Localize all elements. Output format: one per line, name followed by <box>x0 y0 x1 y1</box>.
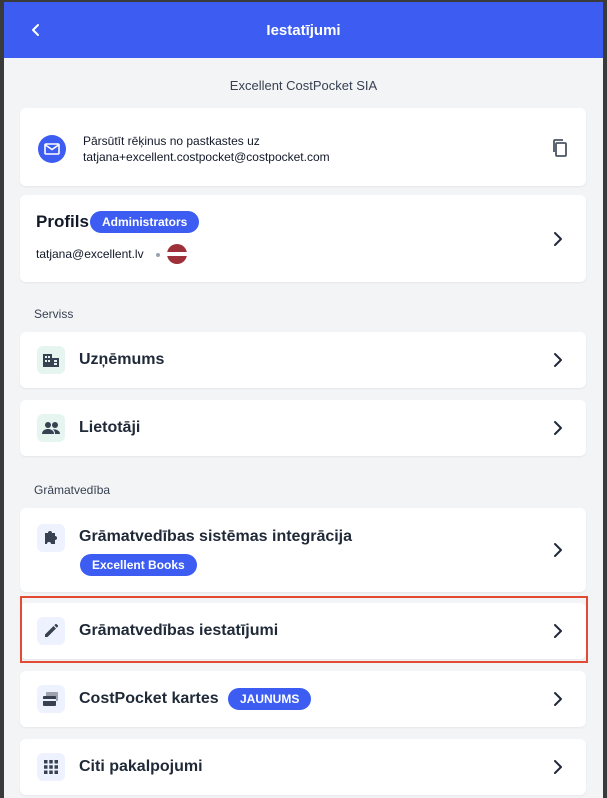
profile-email: tatjana@excellent.lv <box>36 247 144 261</box>
mail-icon <box>38 135 66 163</box>
app-header: Iestatījumi <box>4 2 603 58</box>
back-button[interactable] <box>22 16 50 44</box>
pencil-icon <box>37 617 65 645</box>
separator-dot <box>156 253 160 257</box>
profile-card[interactable]: Profils Administrators tatjana@excellent… <box>20 195 586 282</box>
menu-item-label: Grāmatvedības sistēmas integrācija <box>79 528 353 545</box>
building-icon <box>37 346 65 374</box>
chevron-right-icon <box>554 353 562 367</box>
menu-item-accounting-settings[interactable]: Grāmatvedības iestatījumi <box>20 603 586 659</box>
chevron-left-icon <box>32 24 39 36</box>
section-label-accounting: Grāmatvedība <box>34 483 111 497</box>
chevron-right-icon <box>554 421 562 435</box>
profile-title: Profils <box>36 212 89 231</box>
new-badge: JAUNUMS <box>228 688 312 710</box>
menu-item-label: Uzņēmums <box>79 351 165 368</box>
settings-screen: Iestatījumi Excellent CostPocket SIA Pār… <box>4 2 603 798</box>
email-forward-address: tatjana+excellent.costpocket@costpocket.… <box>83 150 330 164</box>
chevron-right-icon <box>554 692 562 706</box>
menu-item-label: Lietotāji <box>79 419 141 436</box>
menu-item-label: CostPocket kartes <box>79 690 219 707</box>
integration-badge: Excellent Books <box>80 554 197 576</box>
email-forward-label: Pārsūtīt rēķinus no pastkastes uz <box>83 134 260 148</box>
company-name: Excellent CostPocket SIA <box>229 78 378 93</box>
role-badge: Administrators <box>90 211 200 233</box>
menu-item-label: Grāmatvedības iestatījumi <box>79 622 279 639</box>
menu-item-users[interactable]: Lietotāji <box>20 400 586 456</box>
menu-item-other-services[interactable]: Citi pakalpojumi <box>20 739 586 795</box>
latvia-flag-icon[interactable] <box>167 244 187 264</box>
menu-item-label: Citi pakalpojumi <box>79 758 203 775</box>
puzzle-icon <box>37 524 65 552</box>
grid-icon <box>37 753 65 781</box>
section-label-service: Serviss <box>34 307 74 321</box>
card-icon <box>37 685 65 713</box>
copy-button[interactable] <box>548 136 572 160</box>
page-title: Iestatījumi <box>266 21 341 39</box>
chevron-right-icon <box>554 760 562 774</box>
chevron-right-icon <box>554 232 562 246</box>
copy-icon <box>553 139 567 157</box>
menu-item-costpocket-cards[interactable]: CostPocket kartes JAUNUMS <box>20 671 586 727</box>
chevron-right-icon <box>554 624 562 638</box>
menu-item-company[interactable]: Uzņēmums <box>20 332 586 388</box>
users-icon <box>37 414 65 442</box>
chevron-right-icon <box>554 543 562 557</box>
menu-item-accounting-integration[interactable]: Grāmatvedības sistēmas integrācija Excel… <box>20 508 586 592</box>
email-forward-card: Pārsūtīt rēķinus no pastkastes uz tatjan… <box>20 108 586 186</box>
